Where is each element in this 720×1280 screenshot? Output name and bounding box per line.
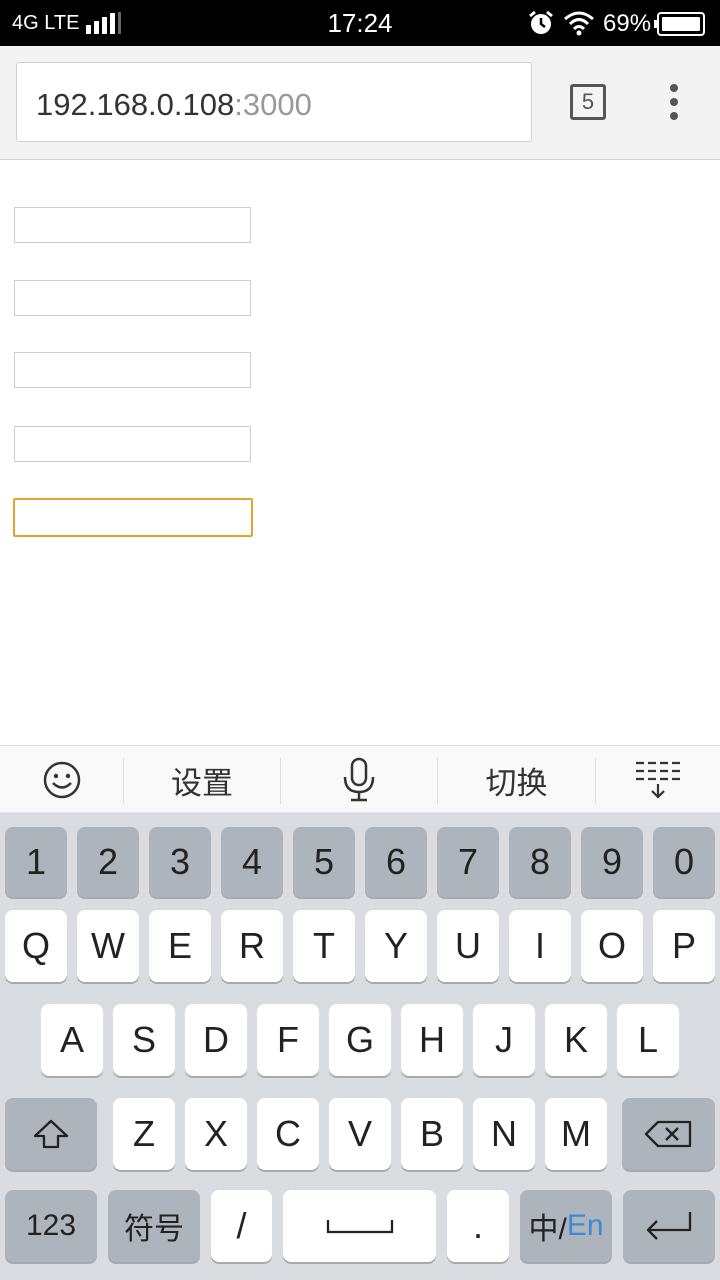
emoji-button[interactable] bbox=[0, 746, 123, 814]
battery-percent: 69% bbox=[603, 10, 652, 37]
symbols-key-label: 符号 bbox=[124, 1213, 184, 1246]
browser-toolbar: 192.168.0.108:3000 5 bbox=[0, 46, 720, 160]
shift-key[interactable] bbox=[5, 1098, 97, 1170]
key-9[interactable]: 9 bbox=[581, 827, 643, 897]
key-a[interactable]: A bbox=[41, 1004, 103, 1076]
key-d[interactable]: D bbox=[185, 1004, 247, 1076]
address-bar[interactable]: 192.168.0.108:3000 bbox=[16, 62, 532, 142]
keyboard-toolbar: 设置 切换 bbox=[0, 745, 720, 813]
enter-key[interactable] bbox=[623, 1190, 715, 1262]
slash-key[interactable]: / bbox=[211, 1190, 272, 1262]
lang-zh-label: 中/ bbox=[528, 1213, 567, 1246]
backspace-icon bbox=[644, 1120, 691, 1148]
url-port: :3000 bbox=[234, 87, 312, 122]
key-i[interactable]: I bbox=[509, 910, 571, 982]
tabs-button[interactable]: 5 bbox=[570, 84, 606, 120]
key-k[interactable]: K bbox=[545, 1004, 607, 1076]
settings-button[interactable]: 设置 bbox=[124, 746, 280, 814]
battery-icon bbox=[654, 12, 705, 36]
key-0[interactable]: 0 bbox=[653, 827, 715, 897]
symbols-key[interactable]: 符号 bbox=[108, 1190, 200, 1262]
key-t[interactable]: T bbox=[293, 910, 355, 982]
key-e[interactable]: E bbox=[149, 910, 211, 982]
space-key[interactable] bbox=[283, 1190, 436, 1262]
status-bar: 4G LTE 17:24 69% bbox=[0, 0, 720, 46]
hide-keyboard-icon bbox=[636, 761, 680, 799]
key-f[interactable]: F bbox=[257, 1004, 319, 1076]
key-w[interactable]: W bbox=[77, 910, 139, 982]
url-text[interactable]: 192.168.0.108:3000 bbox=[36, 87, 312, 123]
key-7[interactable]: 7 bbox=[437, 827, 499, 897]
text-field-1[interactable] bbox=[14, 207, 251, 243]
text-field-4[interactable] bbox=[14, 426, 251, 462]
key-p[interactable]: P bbox=[653, 910, 715, 982]
key-3[interactable]: 3 bbox=[149, 827, 211, 897]
key-x[interactable]: X bbox=[185, 1098, 247, 1170]
soft-keyboard: 1 2 3 4 5 6 7 8 9 0 Q W E R T Y U I O P … bbox=[0, 813, 720, 1280]
key-r[interactable]: R bbox=[221, 910, 283, 982]
key-n[interactable]: N bbox=[473, 1098, 535, 1170]
text-field-3[interactable] bbox=[14, 352, 251, 388]
wifi-icon bbox=[564, 11, 594, 36]
key-s[interactable]: S bbox=[113, 1004, 175, 1076]
key-2[interactable]: 2 bbox=[77, 827, 139, 897]
shift-icon bbox=[33, 1119, 69, 1149]
key-y[interactable]: Y bbox=[365, 910, 427, 982]
key-g[interactable]: G bbox=[329, 1004, 391, 1076]
key-6[interactable]: 6 bbox=[365, 827, 427, 897]
numbers-key[interactable]: 123 bbox=[5, 1190, 97, 1262]
key-4[interactable]: 4 bbox=[221, 827, 283, 897]
numbers-key-label: 123 bbox=[25, 1209, 77, 1242]
key-z[interactable]: Z bbox=[113, 1098, 175, 1170]
url-host: 192.168.0.108 bbox=[36, 87, 235, 122]
key-u[interactable]: U bbox=[437, 910, 499, 982]
overflow-menu-icon[interactable] bbox=[660, 82, 688, 122]
key-m[interactable]: M bbox=[545, 1098, 607, 1170]
text-field-2[interactable] bbox=[14, 280, 251, 316]
text-field-5-focused[interactable] bbox=[13, 498, 253, 537]
language-switch-key[interactable]: 中/En bbox=[520, 1190, 612, 1262]
emoji-icon bbox=[43, 761, 80, 799]
key-b[interactable]: B bbox=[401, 1098, 463, 1170]
backspace-key[interactable] bbox=[622, 1098, 715, 1170]
enter-icon bbox=[646, 1212, 692, 1240]
key-8[interactable]: 8 bbox=[509, 827, 571, 897]
key-1[interactable]: 1 bbox=[5, 827, 67, 897]
key-l[interactable]: L bbox=[617, 1004, 679, 1076]
microphone-icon bbox=[343, 757, 375, 802]
switch-button[interactable]: 切换 bbox=[438, 746, 595, 814]
key-o[interactable]: O bbox=[581, 910, 643, 982]
lang-en-label: En bbox=[566, 1209, 604, 1242]
key-q[interactable]: Q bbox=[5, 910, 67, 982]
key-v[interactable]: V bbox=[329, 1098, 391, 1170]
key-5[interactable]: 5 bbox=[293, 827, 355, 897]
key-h[interactable]: H bbox=[401, 1004, 463, 1076]
hide-keyboard-button[interactable] bbox=[596, 746, 720, 814]
period-key[interactable]: . bbox=[447, 1190, 509, 1262]
voice-input-button[interactable] bbox=[281, 746, 437, 814]
key-c[interactable]: C bbox=[257, 1098, 319, 1170]
space-icon bbox=[326, 1220, 393, 1234]
alarm-icon bbox=[529, 10, 553, 34]
key-j[interactable]: J bbox=[473, 1004, 535, 1076]
